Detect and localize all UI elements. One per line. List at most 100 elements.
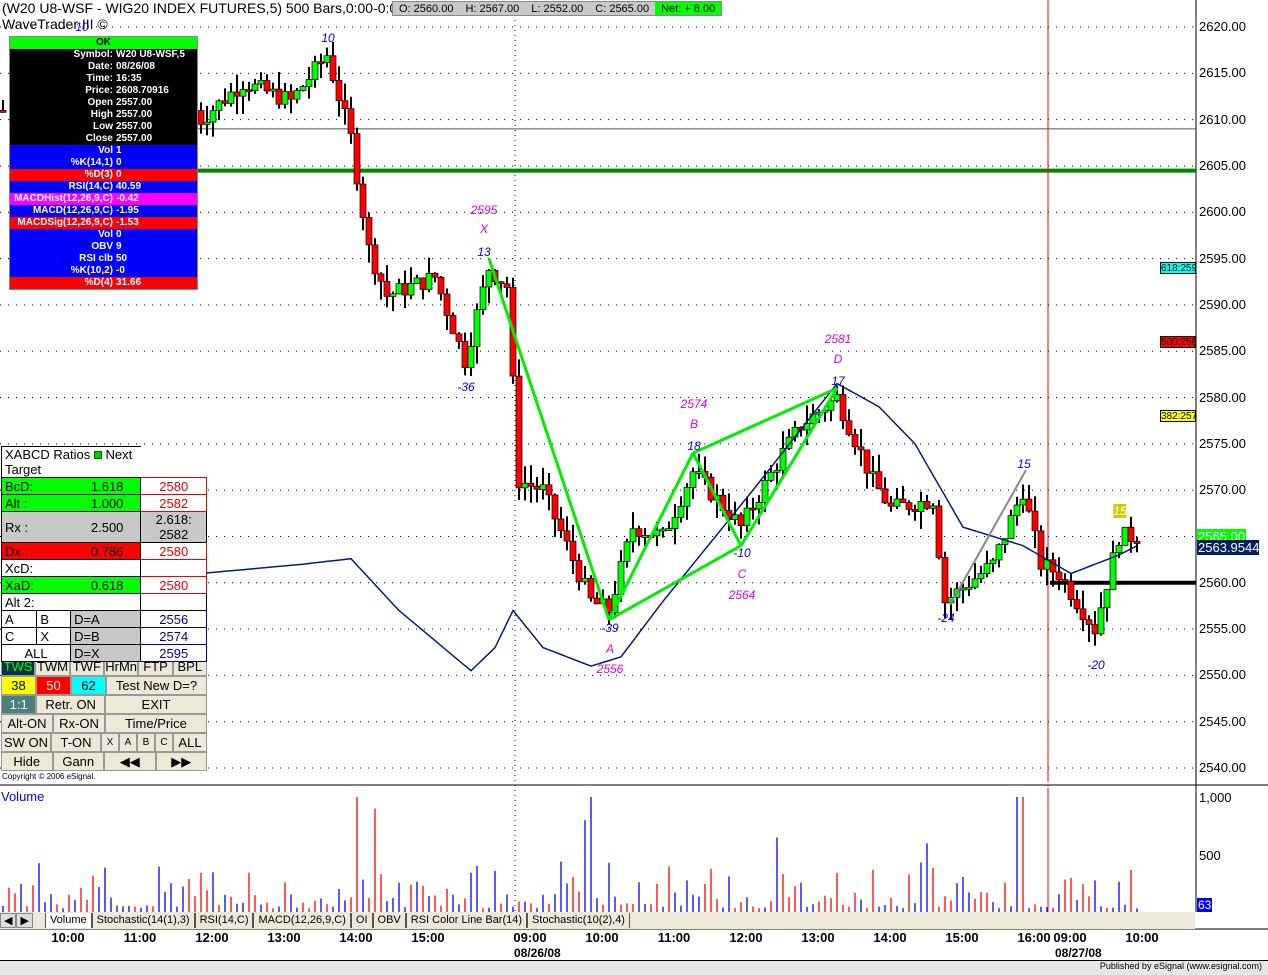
info-row: High 2557.00 — [10, 109, 197, 121]
annotation-c-cnt: -10 — [733, 546, 751, 560]
a-toggle[interactable]: A — [0, 610, 38, 628]
candle-body — [533, 485, 541, 490]
candle-body — [593, 597, 601, 605]
candle-body — [587, 577, 595, 599]
candle-body — [329, 55, 337, 81]
candle-body — [917, 501, 925, 512]
a-button[interactable]: A — [119, 733, 137, 752]
alt-on-button[interactable]: Alt-ON — [1, 714, 53, 733]
candle-body — [479, 286, 487, 311]
tab-stochastic-14[interactable]: Stochastic(14(1),3) — [91, 913, 195, 928]
candle-body — [893, 498, 901, 507]
price-axis-label: 2600.00 — [1199, 204, 1246, 220]
candle-body — [233, 91, 241, 97]
time-axis-label: 16:00 — [1017, 930, 1051, 945]
fib-50-button[interactable]: 50 — [36, 676, 71, 695]
candle-body — [581, 577, 589, 583]
time-axis-label: 11:00 — [657, 930, 691, 945]
time-price-button[interactable]: Time/Price — [105, 714, 207, 733]
gann-button[interactable]: Gann — [52, 752, 104, 771]
tab-macd[interactable]: MACD(12,26,9,C) — [253, 913, 351, 928]
rx-target: 2.618: 2582 — [140, 511, 207, 543]
candle-body — [1025, 498, 1033, 512]
info-key: MACDHist(12,26,9,C) — [14, 193, 113, 204]
dx-target: 2580 — [140, 542, 207, 560]
rx-on-button[interactable]: Rx-ON — [53, 714, 105, 733]
sw-on-button[interactable]: SW ON — [1, 733, 51, 752]
tab-volume[interactable]: Volume — [44, 913, 92, 928]
fib-62-button[interactable]: 62 — [71, 676, 106, 695]
candle-body — [293, 90, 301, 100]
candle-body — [347, 108, 355, 134]
d-equals-b-value: 2574 — [140, 627, 207, 645]
info-value: W20 U8-WSF,5 — [116, 49, 185, 60]
info-key: Date: — [87, 61, 113, 72]
test-new-d-button[interactable]: Test New D=? — [106, 676, 207, 695]
xcd-ratio: XcD: — [0, 559, 142, 577]
info-value: 0 — [116, 169, 122, 180]
annotation-b-price: 2574 — [680, 397, 708, 411]
candle-body — [935, 505, 943, 558]
candle-body — [623, 541, 631, 562]
all-toggle[interactable]: ALL — [0, 644, 72, 662]
info-key: Close — [85, 133, 113, 144]
low-value: L: 2552.00 — [531, 3, 584, 15]
tab-scroll-right-icon[interactable]: ▶ — [16, 913, 33, 928]
candle-body — [563, 530, 571, 542]
tab-stochastic-10[interactable]: Stochastic(10(2),4) — [527, 913, 630, 928]
date-label-2: 08/27/08 — [1055, 946, 1102, 960]
xabcd-pattern-line — [487, 258, 611, 621]
candle-body — [881, 488, 889, 504]
tab-rsi[interactable]: RSI(14,C) — [194, 913, 254, 928]
fib-382-tag: 382:2577 — [1160, 410, 1196, 422]
info-value: 31.66 — [116, 277, 142, 288]
info-value: -1.95 — [116, 205, 139, 216]
info-value: 2608.70916 — [116, 85, 169, 96]
x-toggle[interactable]: X — [36, 627, 72, 645]
tab-oi[interactable]: OI — [350, 913, 373, 928]
candle-body — [1019, 498, 1027, 506]
candle-body — [1007, 515, 1015, 539]
study-tabs: ◀ ▶ Volume Stochastic(14(1),3) RSI(14,C)… — [0, 912, 1195, 929]
candle-body — [395, 283, 403, 295]
candle-body — [1061, 579, 1069, 582]
time-axis-label: 09:00 — [513, 930, 547, 945]
info-value: 9 — [116, 241, 122, 252]
one-to-one-button[interactable]: 1:1 — [1, 695, 37, 714]
info-value: 2557.00 — [116, 121, 153, 132]
candle-body — [749, 507, 757, 511]
candle-body — [197, 110, 205, 125]
c-toggle[interactable]: C — [0, 627, 38, 645]
tab-rsi-color-line-bar[interactable]: RSI Color Line Bar(14) — [405, 913, 528, 928]
c-button[interactable]: C — [155, 733, 173, 752]
candle-body — [1121, 526, 1129, 546]
candle-body — [251, 83, 259, 91]
tab-scroll-left-icon[interactable]: ◀ — [0, 913, 17, 928]
tab-obv[interactable]: OBV — [372, 913, 406, 928]
info-key: %K(14,1) — [70, 157, 113, 168]
exit-button[interactable]: EXIT — [105, 695, 207, 714]
candle-body — [833, 394, 841, 402]
next-button[interactable]: ▶▶ — [155, 752, 207, 771]
price-axis-label: 2580.00 — [1199, 389, 1246, 405]
prev-button[interactable]: ◀◀ — [104, 752, 156, 771]
candle-body — [407, 283, 415, 296]
info-row: OBV 9 — [10, 241, 197, 253]
price-axis-label: 2555.00 — [1199, 621, 1246, 637]
candle-body — [923, 501, 931, 509]
hide-button[interactable]: Hide — [1, 752, 53, 771]
candle-body — [1097, 607, 1105, 635]
t-on-button[interactable]: T-ON — [51, 733, 101, 752]
x-button[interactable]: X — [101, 733, 119, 752]
price-axis-label: 2605.00 — [1199, 157, 1246, 173]
b-toggle[interactable]: B — [36, 610, 72, 628]
retr-on-button[interactable]: Retr. ON — [36, 695, 105, 714]
alt-ratio: Alt : 1.000 — [0, 494, 142, 512]
candle-body — [269, 88, 277, 92]
all-button[interactable]: ALL — [173, 733, 207, 752]
fib-38-button[interactable]: 38 — [1, 676, 36, 695]
candle-body — [671, 517, 679, 529]
candle-body — [449, 315, 457, 335]
candle-body — [383, 280, 391, 297]
b-button[interactable]: B — [137, 733, 155, 752]
